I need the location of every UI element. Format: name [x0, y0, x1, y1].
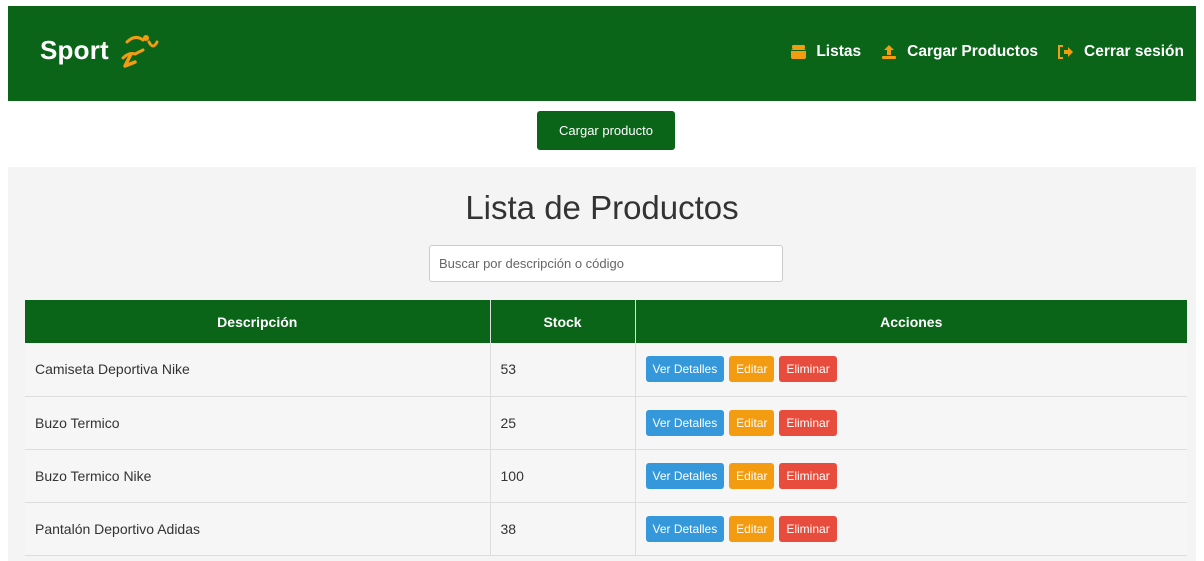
cell-stock: 25 [490, 396, 636, 450]
nav-link-label: Listas [816, 42, 862, 60]
ver-detalles-button[interactable]: Ver Detalles [645, 515, 725, 542]
product-list-section: Lista de Productos Descripción Stock Acc… [8, 167, 1196, 561]
table-row: Buzo Termico 25 Ver Detalles Editar Elim… [25, 396, 1187, 450]
editar-button[interactable]: Editar [729, 356, 775, 383]
nav-link-listas[interactable]: Listas [790, 43, 861, 61]
cell-descripcion: Buzo Termico Nike [25, 449, 491, 503]
cell-acciones: Ver Detalles Editar Eliminar [635, 449, 1187, 503]
brand-name: Sport [40, 35, 109, 65]
search-input[interactable] [429, 245, 783, 282]
eliminar-button[interactable]: Eliminar [779, 356, 837, 383]
column-header-descripcion: Descripción [25, 300, 491, 343]
navbar: Sport Listas Cargar Productos Cerrar ses… [8, 6, 1196, 101]
ver-detalles-button[interactable]: Ver Detalles [645, 462, 725, 489]
editar-button[interactable]: Editar [729, 462, 775, 489]
cell-acciones: Ver Detalles Editar Eliminar [635, 343, 1187, 397]
nav-link-label: Cargar Productos [907, 42, 1039, 60]
cell-descripcion: Pantalón Deportivo Adidas [25, 502, 491, 556]
page-title: Lista de Productos [465, 189, 739, 226]
cell-stock: 53 [490, 343, 636, 397]
nav-link-cerrar-sesion[interactable]: Cerrar sesión [1058, 43, 1184, 61]
cell-stock: 38 [490, 502, 636, 556]
nav-link-label: Cerrar sesión [1084, 42, 1184, 60]
sign-out-icon [1058, 44, 1074, 60]
cell-descripcion: Buzo Termico [25, 396, 491, 450]
cargar-producto-container: Cargar producto [537, 111, 675, 150]
cell-acciones: Ver Detalles Editar Eliminar [635, 502, 1187, 556]
box-icon [790, 44, 806, 60]
eliminar-button[interactable]: Eliminar [779, 409, 837, 436]
table-row: Camiseta Deportiva Nike 53 Ver Detalles … [25, 343, 1187, 397]
table-row: Buzo Termico Nike 100 Ver Detalles Edita… [25, 449, 1187, 503]
cell-stock: 100 [490, 449, 636, 503]
cargar-producto-button[interactable]: Cargar producto [537, 111, 675, 150]
eliminar-button[interactable]: Eliminar [779, 462, 837, 489]
column-header-acciones: Acciones [635, 300, 1187, 343]
ver-detalles-button[interactable]: Ver Detalles [645, 409, 725, 436]
editar-button[interactable]: Editar [729, 409, 775, 436]
nav-links: Listas Cargar Productos Cerrar sesión [770, 43, 1184, 61]
nav-link-cargar-productos[interactable]: Cargar Productos [881, 43, 1038, 61]
cell-acciones: Ver Detalles Editar Eliminar [635, 396, 1187, 450]
ver-detalles-button[interactable]: Ver Detalles [645, 356, 725, 383]
column-header-stock: Stock [490, 300, 636, 343]
table-header-row: Descripción Stock Acciones [25, 300, 1187, 343]
eliminar-button[interactable]: Eliminar [779, 515, 837, 542]
cell-descripcion: Camiseta Deportiva Nike [25, 343, 491, 397]
upload-icon [881, 44, 897, 60]
table-row: Pantalón Deportivo Adidas 38 Ver Detalle… [25, 502, 1187, 556]
editar-button[interactable]: Editar [729, 515, 775, 542]
brand-logo[interactable]: Sport [40, 28, 159, 74]
runner-logo-icon [121, 34, 159, 68]
products-table: Descripción Stock Acciones Camiseta Depo… [25, 300, 1187, 556]
